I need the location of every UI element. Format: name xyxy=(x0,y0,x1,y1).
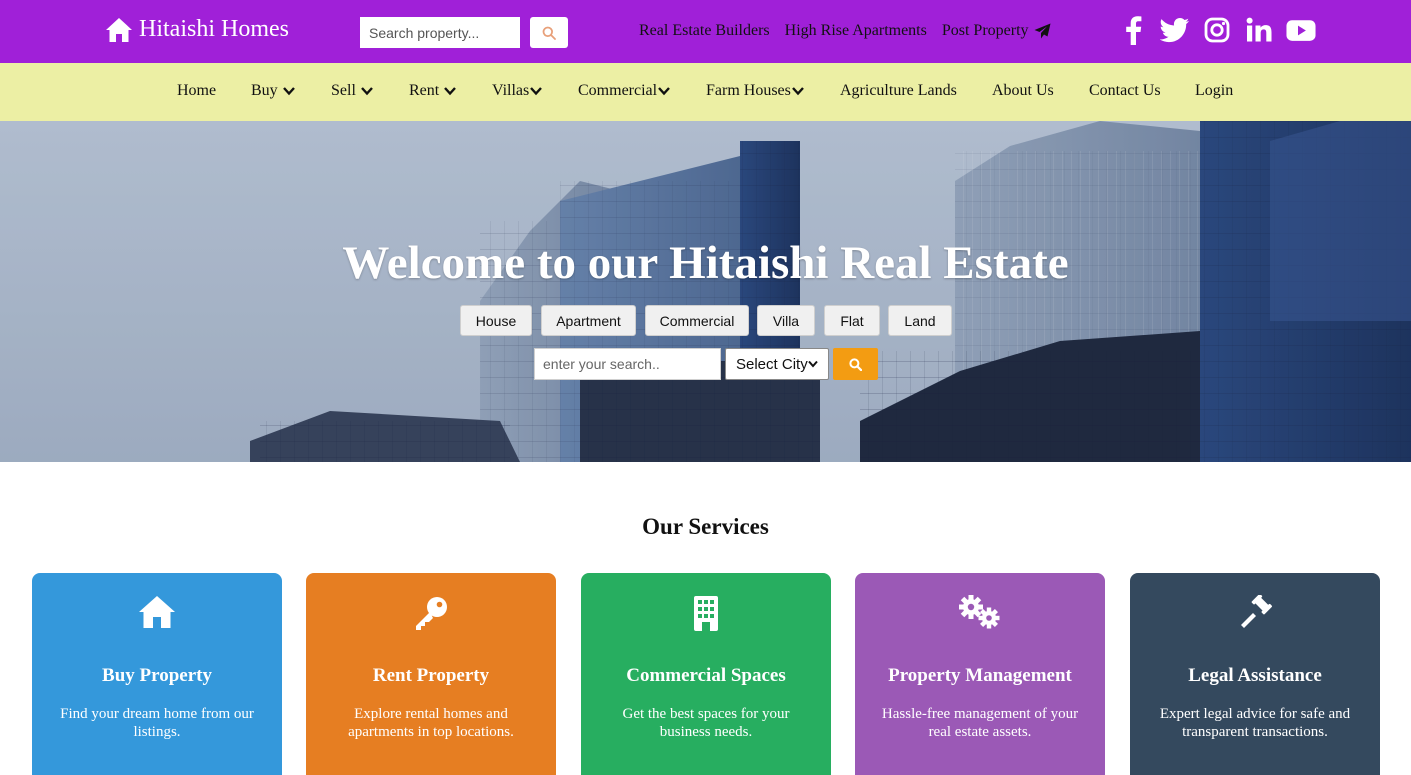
top-search-button[interactable] xyxy=(530,17,568,48)
type-villa-button[interactable]: Villa xyxy=(757,305,815,336)
city-buildings-image xyxy=(0,121,1411,462)
house-icon xyxy=(139,596,175,628)
instagram-icon[interactable] xyxy=(1202,14,1232,46)
service-desc: Hassle-free management of your real esta… xyxy=(881,706,1079,740)
nav-agriculture-lands[interactable]: Agriculture Lands xyxy=(840,82,957,100)
chevron-down-icon xyxy=(808,360,818,368)
link-real-estate-builders[interactable]: Real Estate Builders xyxy=(639,22,770,40)
home-icon xyxy=(106,17,132,42)
service-card-management[interactable]: Property Management Hassle-free manageme… xyxy=(855,573,1105,775)
service-card-legal[interactable]: Legal Assistance Expert legal advice for… xyxy=(1130,573,1380,775)
nav-buy[interactable]: Buy xyxy=(251,82,295,100)
chevron-down-icon xyxy=(282,87,295,96)
nav-sell[interactable]: Sell xyxy=(331,82,373,100)
service-title: Commercial Spaces xyxy=(626,665,786,686)
nav-commercial[interactable]: Commercial xyxy=(578,82,670,100)
gavel-icon xyxy=(1241,595,1273,628)
hero-banner: Welcome to our Hitaishi Real Estate Hous… xyxy=(0,121,1411,462)
chevron-down-icon xyxy=(658,87,670,96)
building-icon xyxy=(694,596,718,631)
service-title: Legal Assistance xyxy=(1188,665,1322,686)
link-post-property[interactable]: Post Property xyxy=(942,22,1051,40)
top-header: Hitaishi Homes Search property... Real E… xyxy=(0,0,1411,63)
brand-name: Hitaishi Homes xyxy=(139,16,289,42)
youtube-icon[interactable] xyxy=(1286,14,1316,46)
type-house-button[interactable]: House xyxy=(460,305,532,336)
chevron-down-icon xyxy=(361,87,373,96)
service-title: Buy Property xyxy=(102,665,212,686)
search-icon xyxy=(542,26,556,40)
type-apartment-button[interactable]: Apartment xyxy=(541,305,636,336)
service-desc: Expert legal advice for safe and transpa… xyxy=(1159,706,1351,740)
paper-plane-icon xyxy=(1034,23,1051,39)
chevron-down-icon xyxy=(792,87,804,96)
hero-search-input[interactable]: enter your search.. xyxy=(534,348,721,380)
service-desc: Explore rental homes and apartments in t… xyxy=(348,706,514,740)
facebook-icon[interactable] xyxy=(1118,14,1148,46)
service-card-rent[interactable]: Rent Property Explore rental homes and a… xyxy=(306,573,556,775)
nav-contact-us[interactable]: Contact Us xyxy=(1089,82,1161,100)
service-desc: Get the best spaces for your business ne… xyxy=(622,706,790,740)
gears-icon xyxy=(959,595,1000,629)
brand-logo[interactable]: Hitaishi Homes xyxy=(105,16,289,43)
linkedin-icon[interactable] xyxy=(1244,14,1274,46)
post-property-label: Post Property xyxy=(941,22,1029,39)
link-high-rise-apartments[interactable]: High Rise Apartments xyxy=(785,22,927,40)
nav-about-us[interactable]: About Us xyxy=(992,82,1054,100)
service-card-commercial[interactable]: Commercial Spaces Get the best spaces fo… xyxy=(581,573,831,775)
nav-login[interactable]: Login xyxy=(1195,82,1233,100)
chevron-down-icon xyxy=(530,87,543,96)
nav-villas[interactable]: Villas xyxy=(492,82,543,100)
hero-title: Welcome to our Hitaishi Real Estate xyxy=(342,237,1069,289)
city-select[interactable]: Select City xyxy=(725,348,829,380)
service-card-buy[interactable]: Buy Property Find your dream home from o… xyxy=(32,573,282,775)
type-flat-button[interactable]: Flat xyxy=(824,305,880,336)
service-desc: Find your dream home from our listings. xyxy=(60,706,254,740)
key-icon xyxy=(416,597,447,630)
nav-farm-houses[interactable]: Farm Houses xyxy=(706,82,804,100)
nav-rent[interactable]: Rent xyxy=(409,82,457,100)
service-title: Rent Property xyxy=(372,665,490,686)
twitter-icon[interactable] xyxy=(1160,14,1190,46)
top-search-input[interactable]: Search property... xyxy=(360,17,520,48)
main-nav: Home Buy Sell Rent Villas Commercial Far… xyxy=(0,63,1411,121)
services-heading: Our Services xyxy=(642,514,769,539)
service-title: Property Management xyxy=(888,665,1072,686)
hero-search-button[interactable] xyxy=(833,348,878,380)
nav-home[interactable]: Home xyxy=(177,82,216,100)
type-commercial-button[interactable]: Commercial xyxy=(645,305,749,336)
chevron-down-icon xyxy=(444,87,457,96)
search-icon xyxy=(849,357,862,371)
type-land-button[interactable]: Land xyxy=(888,305,952,336)
